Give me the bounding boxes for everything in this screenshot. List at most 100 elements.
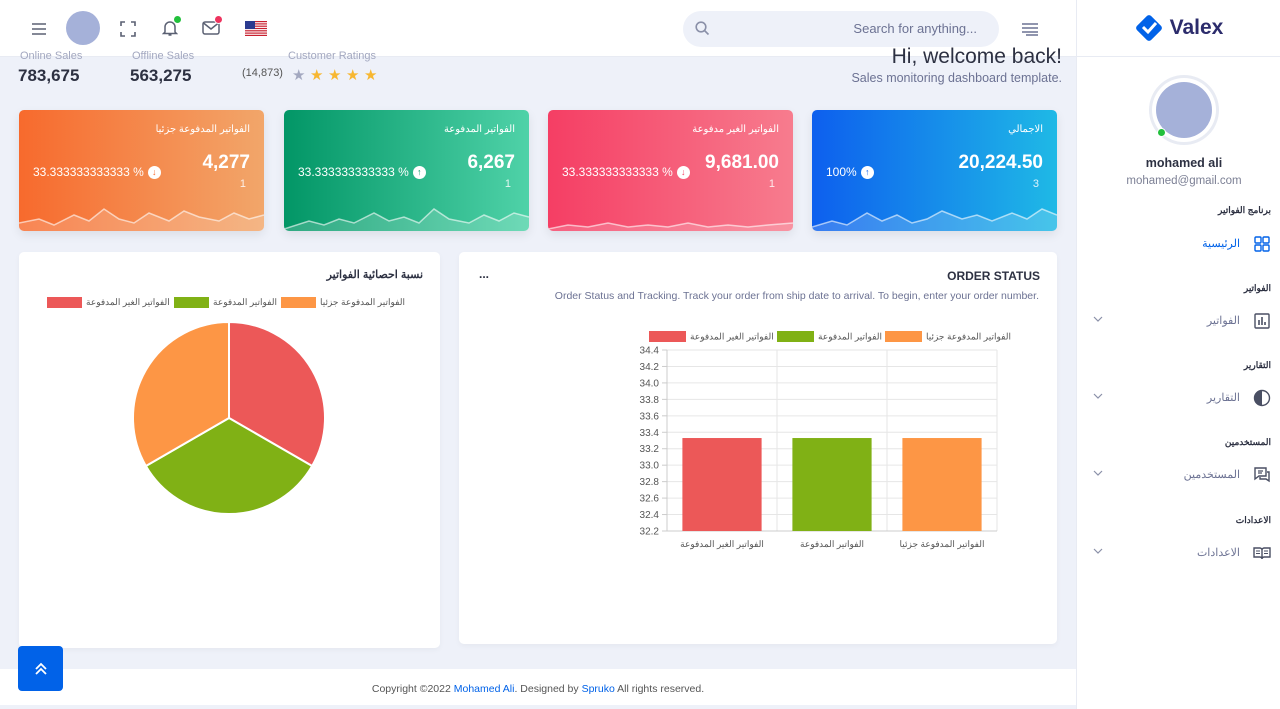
online-sales-value: 783,675 bbox=[18, 66, 80, 85]
list-icon[interactable] bbox=[1020, 19, 1040, 39]
legend-swatch[interactable] bbox=[649, 331, 686, 342]
avatar[interactable] bbox=[66, 11, 100, 45]
logo[interactable]: Valex bbox=[1077, 0, 1280, 57]
sparkline bbox=[812, 208, 1057, 231]
footer: Copyright ©2022 Mohamed Ali. Designed by… bbox=[0, 669, 1076, 705]
chevron-down-icon bbox=[1093, 548, 1103, 554]
invoice-stats-panel: نسبة احصائية الفواتير الفواتير الغير الم… bbox=[19, 252, 440, 648]
logo-text: Valex bbox=[1169, 16, 1224, 39]
y-tick-label: 33.0 bbox=[640, 461, 660, 472]
chevron-down-icon bbox=[1093, 470, 1103, 476]
menu-category-invoice-program: برنامج الفواتير bbox=[1218, 205, 1271, 215]
offline-sales-label: Offline Sales bbox=[132, 50, 195, 62]
arrow-up-icon: ↑ bbox=[860, 165, 874, 179]
bell-icon[interactable] bbox=[160, 16, 181, 38]
x-tick-label: الفواتير المدفوعة جزئيا bbox=[900, 539, 985, 550]
double-chevron-up-icon bbox=[34, 662, 47, 675]
legend-swatch[interactable] bbox=[885, 331, 922, 342]
card-value: 4,277 bbox=[202, 152, 250, 173]
y-tick-label: 32.6 bbox=[640, 494, 660, 505]
legend-swatch[interactable] bbox=[777, 331, 814, 342]
sparkline bbox=[284, 208, 529, 231]
sidebar-item-home[interactable]: الرئيسية bbox=[1092, 232, 1272, 256]
menu-category-users: المستخدمين bbox=[1224, 437, 1271, 447]
summary-card[interactable]: الاجمالي 20,224.50 3 100% ↑ bbox=[812, 110, 1057, 231]
ratings-count: (14,873) bbox=[242, 67, 283, 79]
user-email: mohamed@gmail.com bbox=[1126, 175, 1242, 187]
card-percentage: 33.333333333333 % ↓ bbox=[33, 165, 161, 179]
menu-category-settings: الاعدادات bbox=[1235, 515, 1271, 525]
user-avatar[interactable] bbox=[1152, 78, 1216, 142]
card-percentage: 33.333333333333 % ↑ bbox=[298, 165, 426, 179]
pie-chart bbox=[132, 320, 326, 515]
dashboard-icon bbox=[1254, 236, 1270, 252]
chevron-down-icon bbox=[1093, 316, 1103, 322]
designer-link[interactable]: Spruko bbox=[582, 683, 615, 695]
menu-category-invoices: الفواتير bbox=[1243, 283, 1271, 293]
sidebar-item-label: الرئيسية bbox=[1202, 238, 1240, 250]
sparkline bbox=[548, 222, 793, 231]
menu-category-reports: التقارير bbox=[1243, 360, 1271, 370]
bar-chart: 34.4 34.2 34.0 33.8 33.6 33.4 33.2 33.0 32.8 32.6… bbox=[640, 331, 1011, 550]
card-count: 1 bbox=[239, 178, 246, 190]
summary-card[interactable]: الفواتير الغير مدفوعة 9,681.00 1 33.3333333… bbox=[548, 110, 793, 231]
bar[interactable] bbox=[902, 438, 982, 531]
sidebar: Valex mohamed ali mohamed@gmail.com برنا… bbox=[1076, 0, 1280, 709]
mail-dot bbox=[214, 15, 223, 24]
user-name: mohamed ali bbox=[1145, 156, 1223, 170]
card-title: الفواتير المدفوعة جزئيا bbox=[155, 124, 250, 135]
sidebar-item-users[interactable]: المستخدمين bbox=[1092, 463, 1272, 487]
online-dot bbox=[1157, 128, 1166, 137]
sidebar-item-settings[interactable]: الاعدادات bbox=[1092, 541, 1272, 565]
sparkline bbox=[19, 208, 264, 231]
star-icon: ★ bbox=[328, 67, 342, 84]
y-tick-label: 33.2 bbox=[640, 444, 660, 455]
card-percentage: 33.333333333333 % ↓ bbox=[562, 165, 690, 179]
welcome-title: Hi, welcome back! bbox=[891, 45, 1062, 68]
star-icon: ★ bbox=[346, 67, 360, 84]
card-title: الفواتير المدفوعة bbox=[443, 124, 515, 135]
arrow-up-icon: ↑ bbox=[412, 165, 426, 179]
y-tick-label: 32.2 bbox=[640, 527, 660, 538]
arrow-down-icon: ↓ bbox=[676, 165, 690, 179]
sidebar-item-reports[interactable]: التقارير bbox=[1092, 386, 1272, 410]
summary-card[interactable]: الفواتير المدفوعة 6,267 1 33.333333333333 %… bbox=[284, 110, 529, 231]
star-icon: ★ bbox=[364, 67, 378, 84]
x-tick-label: الفواتير الغير المدفوعة bbox=[680, 539, 764, 550]
card-count: 1 bbox=[768, 178, 775, 190]
scroll-to-top-button[interactable] bbox=[18, 646, 63, 691]
sidebar-item-label: الاعدادات bbox=[1196, 547, 1240, 559]
legend-label: الفواتير المدفوعة جزئيا bbox=[926, 332, 1011, 343]
notification-dot bbox=[174, 16, 181, 23]
y-tick-label: 32.4 bbox=[640, 510, 660, 521]
y-tick-label: 33.4 bbox=[640, 428, 660, 439]
order-status-panel: ORDER STATUS ... Order Status and Tracki… bbox=[459, 252, 1057, 644]
valex-logo-icon bbox=[1135, 15, 1162, 41]
summary-card[interactable]: الفواتير المدفوعة جزئيا 4,277 1 33.33333333… bbox=[19, 110, 264, 231]
y-tick-label: 33.6 bbox=[640, 411, 660, 422]
menu-icon[interactable] bbox=[30, 20, 48, 38]
card-count: 1 bbox=[504, 178, 511, 190]
search-input[interactable]: Search for anything... bbox=[683, 11, 999, 47]
flag-us-icon[interactable] bbox=[245, 20, 267, 36]
footer-suffix: All rights reserved. bbox=[614, 683, 705, 695]
card-value: 20,224.50 bbox=[958, 152, 1043, 173]
offline-sales-value: 563,275 bbox=[130, 66, 192, 85]
legend-label: الفواتير الغير المدفوعة bbox=[690, 332, 774, 343]
y-tick-label: 33.8 bbox=[640, 395, 660, 406]
y-tick-label: 34.0 bbox=[640, 378, 660, 389]
fullscreen-icon[interactable] bbox=[118, 19, 138, 39]
author-link[interactable]: Mohamed Ali bbox=[454, 683, 515, 695]
chart-icon bbox=[1254, 313, 1270, 329]
chevron-down-icon bbox=[1093, 393, 1103, 399]
sidebar-item-invoices[interactable]: الفواتير bbox=[1092, 309, 1272, 333]
star-icon: ★ bbox=[292, 67, 306, 84]
footer-prefix: Copyright ©2022 bbox=[371, 683, 454, 695]
arrow-down-icon: ↓ bbox=[147, 165, 161, 179]
ratings-label: Customer Ratings bbox=[288, 50, 377, 62]
footer-mid: . Designed by bbox=[514, 683, 582, 695]
bar[interactable] bbox=[682, 438, 762, 531]
mail-icon[interactable] bbox=[201, 15, 223, 38]
bar[interactable] bbox=[792, 438, 872, 531]
card-title: الفواتير الغير مدفوعة bbox=[692, 124, 779, 135]
